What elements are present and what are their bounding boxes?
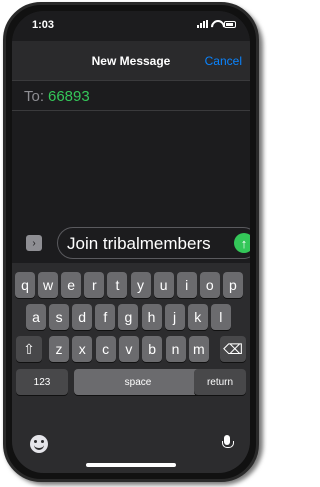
chevron-right-icon[interactable]: › [26,235,42,251]
key-l[interactable]: l [210,304,231,330]
key-h[interactable]: h [141,304,162,330]
delete-key[interactable]: ⌫ [220,336,246,362]
key-g[interactable]: g [118,304,139,330]
keyboard: qwertyuiop asdfghjkl ⇧ ⌫ zxcvbnm 123 spa… [12,263,250,473]
key-z[interactable]: z [49,336,69,362]
signal-icon [197,20,208,28]
key-s[interactable]: s [49,304,70,330]
key-i[interactable]: i [176,272,197,298]
numbers-key[interactable]: 123 [16,369,68,395]
space-key[interactable]: space [74,369,202,395]
arrow-up-icon[interactable]: ↑ [234,233,250,253]
key-w[interactable]: w [38,272,59,298]
status-icons [197,20,236,28]
keyboard-row-2: asdfghjkl [12,304,250,332]
key-c[interactable]: c [95,336,116,362]
shift-key[interactable]: ⇧ [16,336,42,362]
compose-row: › Join tribalmembers ↑ [12,223,250,263]
key-t[interactable]: t [107,272,128,298]
status-time: 1:03 [32,19,55,31]
key-b[interactable]: b [142,336,163,362]
microphone-icon[interactable] [222,435,234,453]
key-e[interactable]: e [61,272,82,298]
keyboard-row-1: qwertyuiop [12,272,250,300]
key-f[interactable]: f [95,304,116,330]
wifi-icon [211,20,221,28]
key-m[interactable]: m [188,336,209,362]
status-bar: 1:03 [12,11,250,41]
key-y[interactable]: y [130,272,151,298]
key-d[interactable]: d [72,304,93,330]
key-a[interactable]: a [26,304,46,330]
message-text: Join tribalmembers [67,234,211,253]
key-o[interactable]: o [199,272,220,298]
battery-icon [224,20,236,28]
key-k[interactable]: k [187,304,208,330]
key-u[interactable]: u [153,272,174,298]
screen: 1:03 New Message Cancel To: 66893 › Join… [12,11,250,473]
keyboard-row-3: ⇧ ⌫ zxcvbnm [12,336,250,364]
recipient-field[interactable]: To: 66893 [12,81,250,111]
key-j[interactable]: j [164,304,185,330]
nav-bar: New Message Cancel [12,41,250,81]
emoji-icon[interactable] [30,435,48,453]
key-r[interactable]: r [84,272,105,298]
keyboard-row-4: 123 space return [12,369,250,397]
return-key[interactable]: return [194,369,246,395]
key-n[interactable]: n [165,336,186,362]
recipient-value[interactable]: 66893 [48,88,90,105]
cancel-button[interactable]: Cancel [205,54,242,68]
message-input[interactable]: Join tribalmembers ↑ [57,227,250,259]
key-x[interactable]: x [72,336,93,362]
phone-frame: 1:03 New Message Cancel To: 66893 › Join… [3,2,259,482]
recipient-label: To: [24,88,45,105]
key-q[interactable]: q [15,272,35,298]
home-indicator [86,463,176,467]
key-p[interactable]: p [222,272,243,298]
key-v[interactable]: v [118,336,139,362]
